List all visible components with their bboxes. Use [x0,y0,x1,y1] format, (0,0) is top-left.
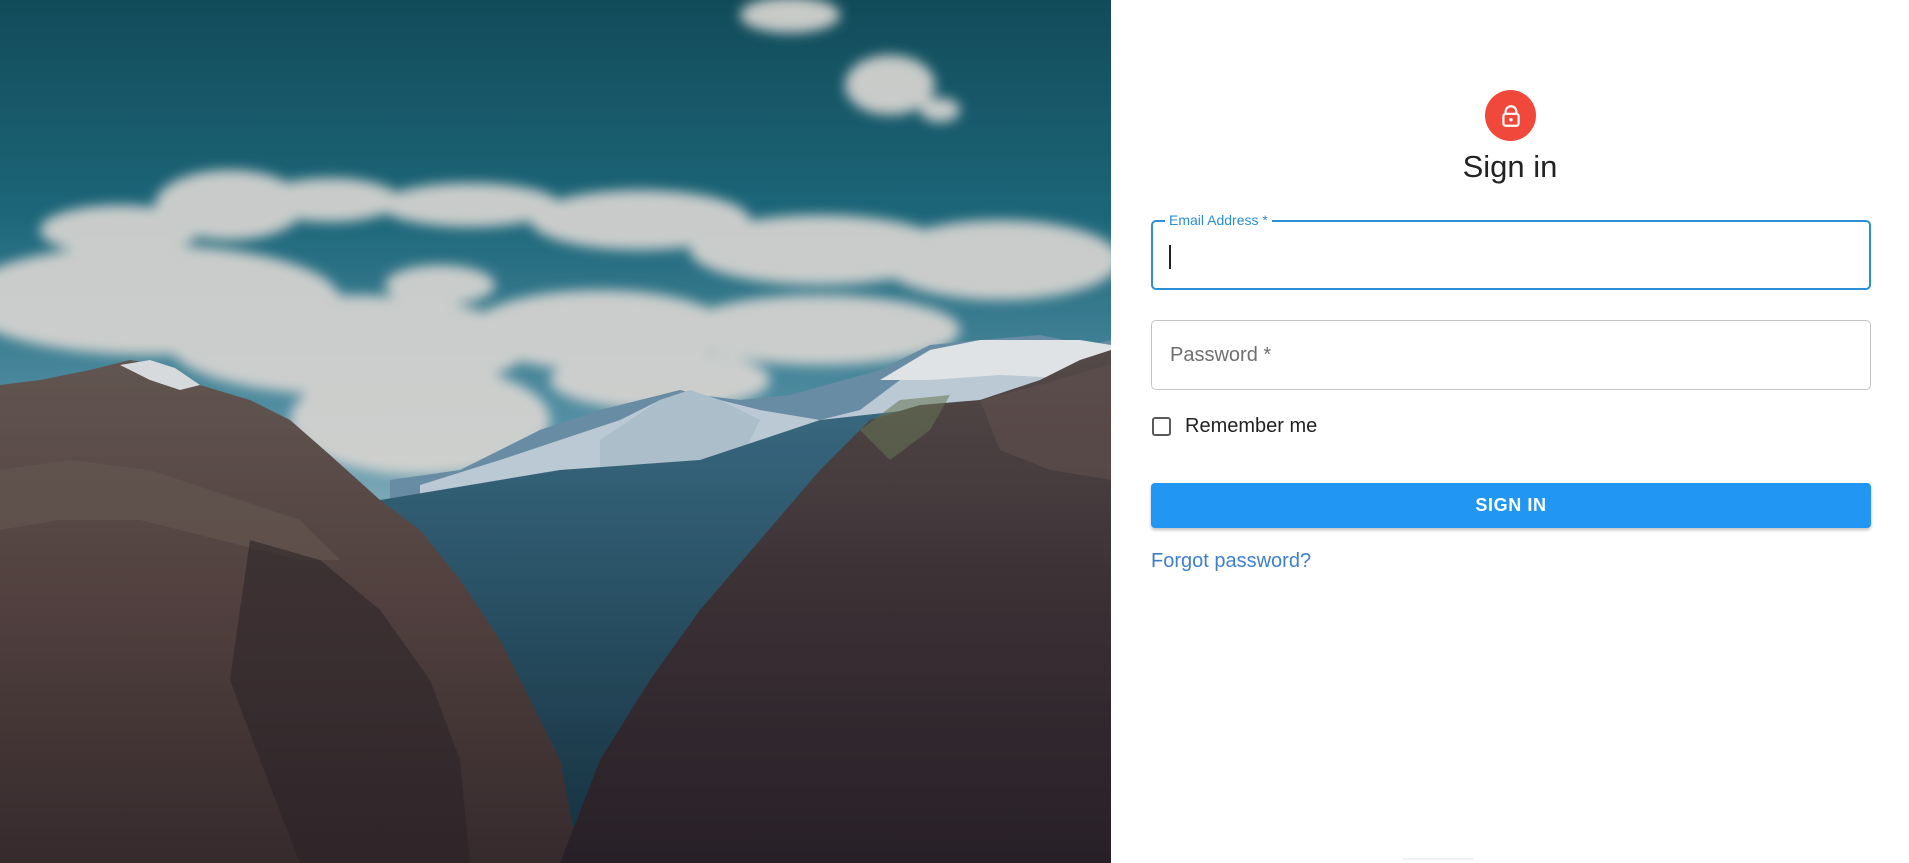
remember-me-checkbox[interactable] [1152,416,1171,436]
password-input[interactable] [1152,321,1870,389]
page-title: Sign in [1462,149,1558,184]
remember-me-row[interactable]: Remember me [1151,413,1317,439]
sign-in-page: Sign in Email Address * Remember me SIGN… [0,0,1909,863]
sign-in-button[interactable]: SIGN IN [1151,483,1871,528]
hero-image [0,0,1111,863]
email-field[interactable]: Email Address * [1151,212,1871,290]
remember-me-label[interactable]: Remember me [1185,415,1317,438]
forgot-password-link[interactable]: Forgot password? [1151,550,1311,573]
divider [1403,858,1473,860]
password-field[interactable] [1151,320,1871,390]
sign-in-panel: Sign in Email Address * Remember me SIGN… [1111,0,1909,863]
email-input[interactable] [1153,222,1869,288]
lock-icon [1485,90,1536,141]
